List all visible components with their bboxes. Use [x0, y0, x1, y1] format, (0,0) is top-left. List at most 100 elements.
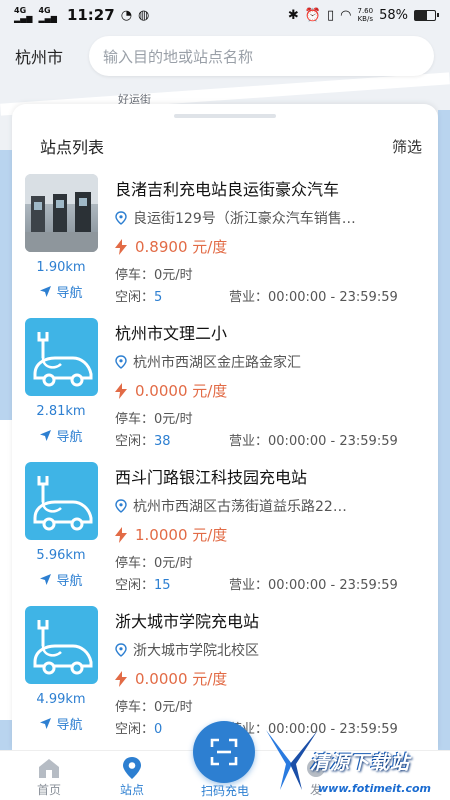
- station-name: 杭州市文理二小: [115, 324, 228, 343]
- navigate-label: 导航: [56, 718, 83, 733]
- station-availability: 空闲：5 营业：00:00:00 - 23:59:59: [115, 286, 415, 305]
- location-pin-icon: [102, 757, 162, 779]
- navigate-button[interactable]: 导航: [12, 570, 110, 589]
- station-card[interactable]: 5.96km 导航 西斗门路银江科技园充电站 杭州市西湖区古荡街道益乐路22… …: [12, 454, 438, 598]
- parking-fee: 停车：0元/时: [115, 264, 193, 283]
- parking-value: 0元/时: [154, 556, 193, 571]
- net-speed: 7.60 KB/s: [357, 7, 374, 23]
- lightning-icon: [115, 526, 127, 543]
- lightning-icon: [115, 382, 127, 399]
- app-notification-icon: ◔: [120, 7, 133, 23]
- status-bar: 4G ▂▄▆ 4G ▂▄▆ 11:27 ◔ ◍ ✱ ⏰ ▯ ◠ 7.60 KB/s 5…: [0, 0, 450, 30]
- free-count: 0: [154, 722, 163, 737]
- location-pin-icon: [115, 643, 127, 657]
- parking-label: 停车：: [115, 412, 155, 427]
- price-text: 0.0000 元/度: [135, 670, 228, 688]
- panel-title: 站点列表: [40, 138, 105, 157]
- free-label: 空闲：: [115, 578, 155, 593]
- tab-station[interactable]: 站点: [102, 757, 162, 798]
- station-distance: 1.90km: [36, 260, 86, 275]
- station-photo: [25, 174, 98, 252]
- station-address: 良运街129号（浙江豪众汽车销售…: [115, 208, 420, 228]
- parking-value: 0元/时: [154, 700, 193, 715]
- hours-label: 营业：: [229, 434, 269, 449]
- station-list: 1.90km 导航 良渚吉利充电站良运街豪众汽车 良运街129号（浙江豪众汽车销…: [12, 166, 438, 742]
- navigate-arrow-icon: [40, 718, 52, 729]
- free-count: 38: [154, 434, 171, 449]
- parking-label: 停车：: [115, 700, 155, 715]
- vibrate-icon: ▯: [327, 7, 335, 23]
- navigate-arrow-icon: [40, 574, 52, 585]
- drag-handle[interactable]: [174, 114, 276, 118]
- alarm-icon: ⏰: [304, 7, 321, 23]
- address-text: 良运街129号（浙江豪众汽车销售…: [133, 211, 356, 227]
- parking-fee: 停车：0元/时: [115, 552, 193, 571]
- ev-charging-icon: [25, 462, 98, 540]
- hours-value: 00:00:00 - 23:59:59: [268, 290, 398, 305]
- station-card[interactable]: 2.81km 导航 杭州市文理二小 杭州市西湖区金庄路金家汇 0.0000 元/…: [12, 310, 438, 454]
- filter-button[interactable]: 筛选: [392, 136, 422, 157]
- price-text: 1.0000 元/度: [135, 526, 228, 544]
- station-price: 0.8900 元/度: [115, 236, 227, 257]
- city-selector[interactable]: 杭州市: [15, 44, 81, 68]
- hours-label: 营业：: [229, 578, 269, 593]
- station-distance: 4.99km: [36, 692, 86, 707]
- station-distance: 5.96km: [36, 548, 86, 563]
- navigate-arrow-icon: [40, 286, 52, 297]
- station-address: 杭州市西湖区古荡街道益乐路22…: [115, 496, 420, 516]
- lightning-icon: [115, 238, 127, 255]
- tab-home[interactable]: 首页: [19, 757, 79, 798]
- navigate-label: 导航: [56, 286, 83, 301]
- top-bar: 杭州市 输入目的地或站点名称: [0, 34, 450, 78]
- tab-home-label: 首页: [36, 783, 61, 797]
- parking-fee: 停车：0元/时: [115, 408, 193, 427]
- navigate-button[interactable]: 导航: [12, 426, 110, 445]
- free-label: 空闲：: [115, 290, 155, 305]
- location-pin-icon: [115, 499, 127, 513]
- signal-icon: 4G ▂▄▆: [38, 6, 57, 23]
- ev-charging-icon: [25, 318, 98, 396]
- free-count: 15: [154, 578, 171, 593]
- navigate-button[interactable]: 导航: [12, 714, 110, 733]
- navigate-button[interactable]: 导航: [12, 282, 110, 301]
- parking-label: 停车：: [115, 268, 155, 283]
- navigate-label: 导航: [56, 430, 83, 445]
- station-price: 0.0000 元/度: [115, 668, 227, 689]
- battery-percent: 58%: [379, 7, 408, 23]
- business-hours: 营业：00:00:00 - 23:59:59: [229, 430, 398, 449]
- station-distance: 2.81km: [36, 404, 86, 419]
- wechat-icon: ◍: [138, 7, 150, 23]
- parking-fee: 停车：0元/时: [115, 696, 193, 715]
- station-name: 良渚吉利充电站良运街豪众汽车: [115, 180, 340, 199]
- lightning-icon: [115, 670, 127, 687]
- wifi-icon: ◠: [340, 7, 352, 23]
- hours-value: 00:00:00 - 23:59:59: [268, 434, 398, 449]
- scan-icon: [210, 738, 238, 766]
- bluetooth-icon: ✱: [287, 7, 299, 23]
- search-input[interactable]: 输入目的地或站点名称: [89, 36, 434, 76]
- clock: 11:27: [66, 6, 115, 24]
- station-price: 1.0000 元/度: [115, 524, 227, 545]
- scan-charge-label: 扫码充电: [200, 784, 249, 798]
- free-label: 空闲：: [115, 434, 155, 449]
- battery-icon: [414, 9, 439, 21]
- scan-charge-button[interactable]: [193, 721, 255, 783]
- business-hours: 营业：00:00:00 - 23:59:59: [229, 286, 398, 305]
- free-count: 5: [154, 290, 163, 305]
- station-address: 浙大城市学院北校区: [115, 640, 420, 660]
- address-text: 杭州市西湖区金庄路金家汇: [133, 355, 301, 371]
- navigate-label: 导航: [56, 574, 83, 589]
- navigate-arrow-icon: [40, 430, 52, 441]
- address-text: 杭州市西湖区古荡街道益乐路22…: [133, 499, 347, 515]
- parking-label: 停车：: [115, 556, 155, 571]
- free-label: 空闲：: [115, 722, 155, 737]
- station-name: 浙大城市学院充电站: [115, 612, 260, 631]
- home-icon: [19, 757, 79, 779]
- parking-value: 0元/时: [154, 412, 193, 427]
- watermark-title: 清源下载站: [310, 752, 411, 774]
- station-card[interactable]: 1.90km 导航 良渚吉利充电站良运街豪众汽车 良运街129号（浙江豪众汽车销…: [12, 166, 438, 310]
- hours-value: 00:00:00 - 23:59:59: [268, 578, 398, 593]
- station-name: 西斗门路银江科技园充电站: [115, 468, 308, 487]
- station-list-panel: 站点列表 筛选 1.90km 导航 良渚吉利充电站良运街豪众汽车 良运街129号…: [12, 104, 438, 750]
- hours-label: 营业：: [229, 290, 269, 305]
